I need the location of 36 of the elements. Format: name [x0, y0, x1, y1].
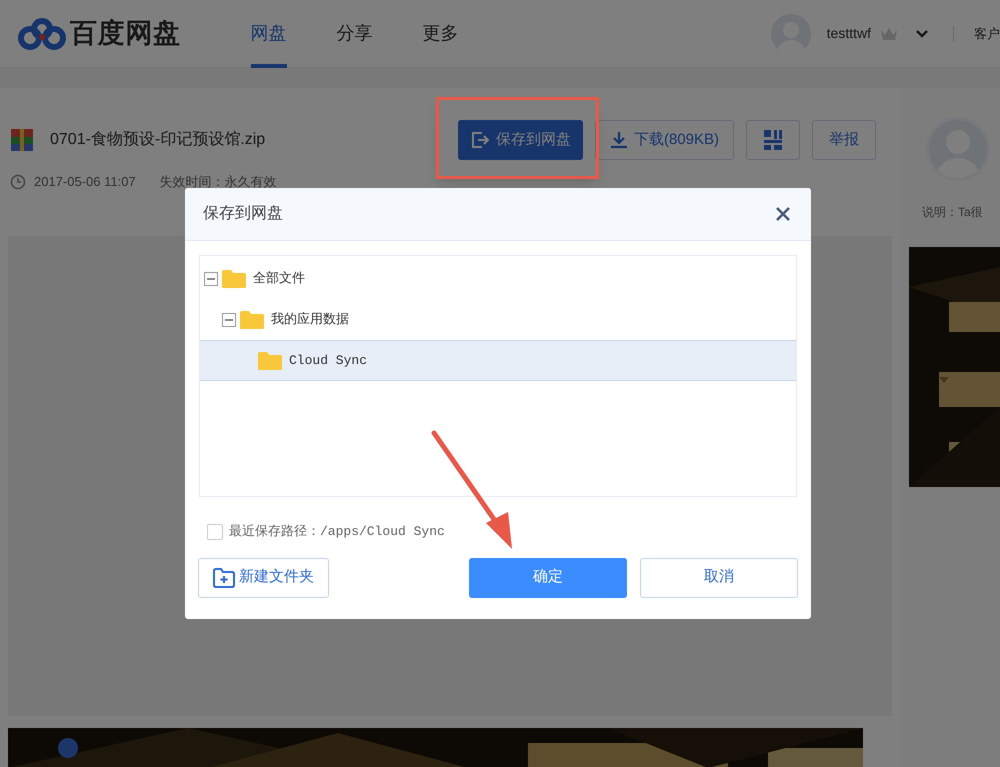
- collapse-icon[interactable]: [222, 312, 236, 326]
- tree-row[interactable]: 全部文件: [200, 258, 796, 299]
- chevron-down-icon[interactable]: [915, 28, 929, 38]
- file-name: 0701-食物预设-印记预设馆.zip: [50, 130, 266, 150]
- folder-icon: [240, 310, 264, 330]
- recent-path-label: 最近保存路径：/apps/Cloud Sync: [229, 523, 445, 541]
- checkbox[interactable]: [207, 524, 223, 540]
- logo-text: 百度网盘: [70, 17, 181, 50]
- client-link[interactable]: 客户: [974, 24, 1000, 44]
- export-icon: [470, 130, 490, 150]
- dialog-title: 保存到网盘: [203, 204, 283, 224]
- folder-icon: [222, 268, 246, 288]
- qr-code-button[interactable]: [746, 120, 800, 160]
- description-text: 说明：Ta很: [922, 204, 984, 221]
- qr-code-icon: [764, 130, 782, 150]
- collapse-icon[interactable]: [204, 272, 218, 286]
- report-button[interactable]: 举报: [812, 120, 876, 160]
- nav-tab[interactable]: 更多: [422, 0, 459, 68]
- username[interactable]: testttwf: [826, 23, 871, 44]
- logo-icon: [18, 18, 66, 50]
- folder-icon: [258, 350, 282, 370]
- tree-row[interactable]: 我的应用数据: [200, 299, 796, 340]
- file-date: 2017-05-06 11:07: [34, 173, 136, 191]
- expiry-text: 失效时间：永久有效: [160, 173, 277, 191]
- folder-plus-icon: [213, 568, 236, 588]
- new-folder-button[interactable]: 新建文件夹: [198, 558, 330, 598]
- close-icon[interactable]: [775, 206, 791, 222]
- confirm-button[interactable]: 确定: [469, 558, 627, 598]
- nav-tab[interactable]: 分享: [336, 0, 373, 68]
- download-icon: [610, 131, 628, 149]
- save-to-cloud-button[interactable]: 保存到网盘: [458, 120, 583, 160]
- cancel-button[interactable]: 取消: [640, 558, 798, 598]
- clock-icon: [10, 174, 26, 190]
- crown-icon: [879, 26, 899, 42]
- archive-icon: [10, 128, 34, 152]
- tree-row[interactable]: Cloud Sync: [200, 340, 796, 381]
